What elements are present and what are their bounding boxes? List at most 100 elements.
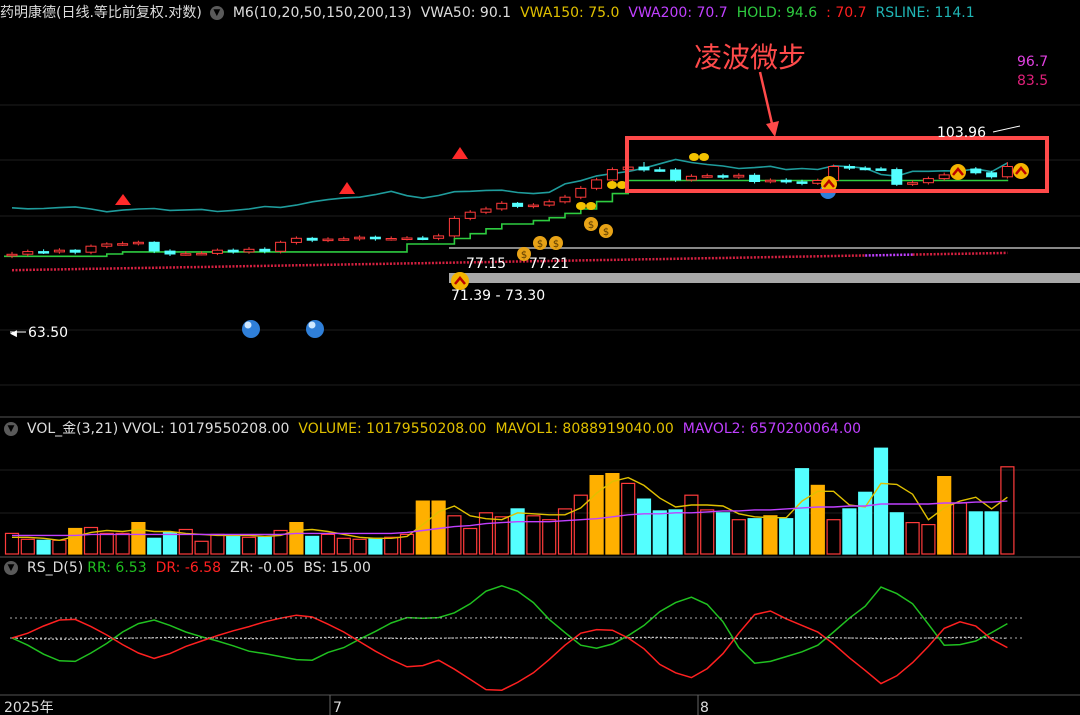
volume-bar xyxy=(715,512,731,555)
candle-body xyxy=(749,174,761,183)
candle xyxy=(512,202,524,209)
volume-bar xyxy=(557,508,573,555)
volume-bar xyxy=(747,518,762,555)
candle-body xyxy=(148,241,160,252)
volume-bar xyxy=(826,519,841,555)
zone-a-label: 77.15 xyxy=(466,256,506,272)
candle-body xyxy=(259,248,271,252)
mavol2-line xyxy=(12,500,1008,537)
rs-second-label: 83.5 xyxy=(1017,73,1048,89)
candle xyxy=(749,173,761,184)
candle xyxy=(922,176,934,185)
collapse-toggle-icon[interactable]: ▼ xyxy=(4,561,18,575)
volume-bar xyxy=(352,538,367,555)
rsline-value: RSLINE: 114.1 xyxy=(875,5,975,21)
candle-body xyxy=(780,179,792,183)
candle xyxy=(970,167,982,175)
dr-value: DR: -6.58 xyxy=(155,560,222,576)
vwa200-line xyxy=(11,254,866,272)
volume-bar xyxy=(700,509,715,555)
volume-bar xyxy=(147,537,162,555)
candle-body xyxy=(512,202,524,207)
vwa200-line-tail xyxy=(912,251,1008,256)
candle-body xyxy=(922,178,934,184)
candle-body xyxy=(22,251,34,255)
candlestick-series xyxy=(6,162,1013,259)
candle xyxy=(591,177,603,191)
volume-bar xyxy=(115,532,130,555)
zone-b-label: 77.21 xyxy=(529,256,569,272)
candle xyxy=(6,251,18,259)
vwa200-series xyxy=(11,251,1008,272)
volume-bar xyxy=(289,521,304,555)
candle xyxy=(527,203,539,209)
left-price-label: 63.50 xyxy=(28,325,68,341)
candle xyxy=(543,199,555,207)
candle xyxy=(322,237,334,243)
collapse-toggle-icon[interactable]: ▼ xyxy=(4,422,18,436)
candle xyxy=(132,240,144,246)
candle xyxy=(575,186,587,200)
candle-body xyxy=(670,169,682,181)
main-indicator-header: 药明康德(日线.等比前复权.对数) ▼ M6(10,20,50,150,200,… xyxy=(0,2,984,24)
volume-bar xyxy=(731,519,746,555)
candle-body xyxy=(417,237,429,240)
vvol-value: VVOL: 10179550208.00 xyxy=(122,421,290,437)
candle xyxy=(717,173,729,179)
volume-bar xyxy=(794,468,810,555)
volume-bar xyxy=(589,475,604,555)
candle-body xyxy=(117,243,129,246)
candle xyxy=(338,236,350,241)
candle xyxy=(306,236,318,243)
candle xyxy=(480,206,492,215)
candle xyxy=(875,166,887,171)
candle xyxy=(764,178,776,184)
candle-body xyxy=(527,204,539,208)
vwa50-value: VWA50: 90.1 xyxy=(420,5,512,21)
sell-triangle-icon xyxy=(452,147,468,159)
sell-triangle-icon xyxy=(339,182,355,194)
candle xyxy=(654,167,666,172)
candle-body xyxy=(211,249,223,254)
sell-triangle-icon xyxy=(115,194,131,205)
candle-body xyxy=(243,248,255,253)
rs-indicator-name: RS_D(5) xyxy=(27,560,84,576)
volume-bar xyxy=(968,511,983,555)
money-bag-icon: $ xyxy=(533,236,547,250)
volume-bar xyxy=(873,447,889,555)
rs-indicator-header: ▼ RS_D(5) RR: 6.53 DR: -6.58 ZR: -0.05 B… xyxy=(0,557,380,579)
candle xyxy=(117,241,129,246)
candle-body xyxy=(354,236,366,240)
candle-body xyxy=(638,166,650,171)
candle xyxy=(385,236,397,241)
zr-value: ZR: -0.05 xyxy=(230,560,295,576)
volume-bar xyxy=(763,515,778,555)
candle-body xyxy=(290,237,302,243)
volume-bar xyxy=(68,527,83,555)
volume-bar xyxy=(447,515,462,555)
volume-bar xyxy=(257,536,272,555)
vwa200-value: VWA200: 70.7 xyxy=(628,5,728,21)
rs-top-label: 96.7 xyxy=(1017,54,1048,70)
candle-body xyxy=(53,249,65,253)
candle-body xyxy=(717,175,729,178)
candle-body xyxy=(196,252,208,256)
svg-text:$: $ xyxy=(521,250,527,261)
volume-bar xyxy=(937,476,952,555)
candle-body xyxy=(132,241,144,245)
candle xyxy=(38,249,50,254)
candle-body xyxy=(306,237,318,241)
callout-label: 凌波微步 xyxy=(694,41,806,74)
x-label-august: 8 xyxy=(700,700,709,715)
svg-text:$: $ xyxy=(588,220,594,231)
volume-bar xyxy=(952,502,968,555)
candle-body xyxy=(227,249,239,253)
callout-arrow xyxy=(758,71,775,129)
hold-value: HOLD: 94.6 xyxy=(736,5,818,21)
candle-body xyxy=(875,168,887,171)
candle-body xyxy=(796,181,808,184)
collapse-toggle-icon[interactable]: ▼ xyxy=(209,6,224,20)
chart-canvas: $ $ $ $ $ 凌波微步 96.7 83.5 103.96 77.15 77 xyxy=(0,41,1080,715)
volume-bar xyxy=(52,539,67,555)
candle-body xyxy=(85,245,97,253)
